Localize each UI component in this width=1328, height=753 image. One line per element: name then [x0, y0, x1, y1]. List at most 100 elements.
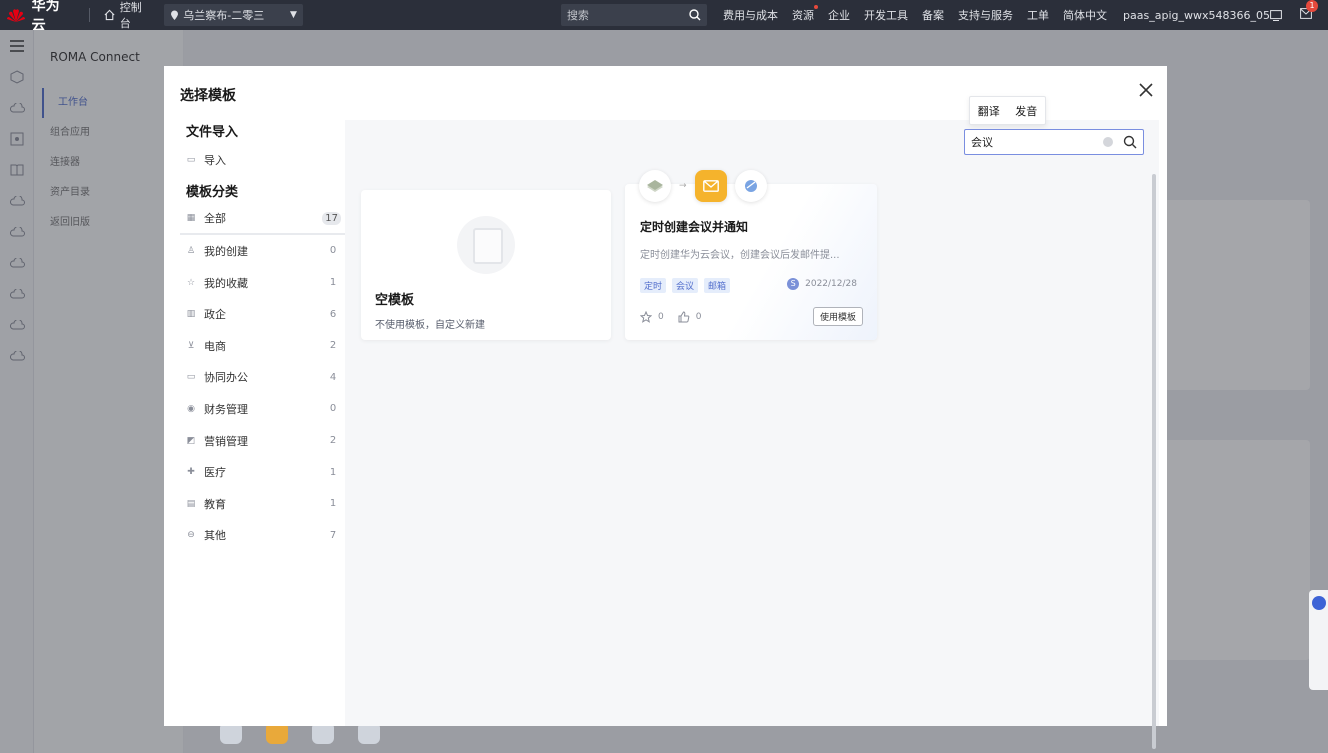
category-count: 17	[322, 211, 341, 225]
category-marketing[interactable]: ◩ 营销管理 2	[180, 425, 345, 457]
template-date: S 2022/12/28	[787, 278, 857, 290]
nav-link-language[interactable]: 简体中文	[1063, 7, 1107, 23]
building-icon: ▥	[186, 309, 196, 320]
marketing-icon: ◩	[186, 435, 196, 446]
template-name: 空模板	[375, 293, 415, 308]
template-card[interactable]: → 定时创建会议并通知 定时创建华为云会议，创建会议后发邮件提... 定时 会议…	[625, 170, 877, 340]
template-search-input[interactable]: 会议	[964, 129, 1144, 155]
notification-dot	[814, 5, 819, 9]
template-tags: 定时 会议 邮箱	[640, 278, 731, 293]
scrollbar[interactable]	[1152, 174, 1156, 749]
nav-link-enterprise[interactable]: 企业	[828, 7, 850, 23]
nav-link-resources[interactable]: 资源	[792, 5, 819, 23]
select-template-dialog: 选择模板 文件导入 ▭ 导入 模板分类 ▦ 全部 17 ♙ 我的创建 0 ☆ 我…	[164, 66, 1167, 749]
region-value: 乌兰察布-二零三	[183, 9, 265, 22]
connector-node-icon	[639, 170, 671, 202]
category-label: 政企	[204, 308, 226, 322]
search-icon[interactable]	[1123, 135, 1137, 149]
category-count: 7	[329, 529, 337, 541]
category-count: 4	[329, 371, 337, 383]
console-label: 控制台	[119, 1, 142, 30]
assistant-icon[interactable]	[1312, 596, 1326, 610]
star-icon: ☆	[186, 277, 196, 288]
search-placeholder: 搜索	[566, 9, 589, 22]
category-heading: 模板分类	[186, 184, 239, 200]
template-category-panel: 文件导入 ▭ 导入 模板分类 ▦ 全部 17 ♙ 我的创建 0 ☆ 我的收藏 1…	[180, 120, 345, 551]
dialog-title: 选择模板	[180, 88, 236, 104]
message-icon[interactable]: 1	[1300, 0, 1318, 22]
category-label: 电商	[204, 339, 226, 353]
caret-down-icon: ▼	[290, 10, 297, 20]
category-education[interactable]: ▤ 教育 1	[180, 488, 345, 520]
template-tag: 邮箱	[704, 278, 731, 293]
nav-link-icp[interactable]: 备案	[922, 7, 944, 23]
nav-link-tickets[interactable]: 工单	[1027, 7, 1049, 23]
favorite-count: 0	[658, 312, 664, 322]
education-icon: ▤	[186, 498, 196, 509]
category-all[interactable]: ▦ 全部 17	[180, 204, 345, 236]
import-button[interactable]: ▭ 导入	[180, 144, 345, 176]
category-ecommerce[interactable]: ⊻ 电商 2	[180, 330, 345, 362]
template-stats: 0 0	[640, 311, 701, 323]
other-icon: ⊖	[187, 530, 195, 541]
home-icon	[104, 9, 115, 21]
divider	[88, 8, 90, 22]
pronounce-button[interactable]: 发音	[1015, 103, 1037, 119]
template-name: 定时创建会议并通知	[640, 220, 749, 234]
nav-link-devtools[interactable]: 开发工具	[864, 7, 908, 23]
category-label: 教育	[204, 497, 226, 511]
category-label: 协同办公	[204, 371, 248, 385]
category-count: 0	[329, 403, 337, 415]
folder-icon: ▭	[186, 372, 196, 383]
template-description: 不使用模板，自定义新建	[375, 320, 485, 331]
huawei-logo-icon[interactable]	[0, 0, 32, 30]
star-icon[interactable]	[640, 311, 652, 323]
nav-link-support[interactable]: 支持与服务	[958, 7, 1013, 23]
category-my-created[interactable]: ♙ 我的创建 0	[180, 235, 345, 267]
category-other[interactable]: ⊖ 其他 7	[180, 520, 345, 552]
thumbs-up-icon[interactable]	[678, 311, 690, 323]
category-label: 我的创建	[204, 244, 248, 258]
category-label: 营销管理	[204, 434, 248, 448]
category-finance[interactable]: ◉ 财务管理 0	[180, 393, 345, 425]
category-my-favorites[interactable]: ☆ 我的收藏 1	[180, 267, 345, 299]
category-count: 1	[329, 498, 337, 510]
nav-link-cost[interactable]: 费用与成本	[723, 7, 778, 23]
close-icon[interactable]	[1137, 81, 1155, 99]
cart-icon: ⊻	[187, 340, 195, 351]
finance-icon: ◉	[187, 403, 195, 414]
category-medical[interactable]: ✚ 医疗 1	[180, 456, 345, 488]
blank-document-icon	[457, 216, 515, 274]
category-label: 财务管理	[204, 402, 248, 416]
publisher-icon: S	[787, 278, 800, 290]
nav-link-resources-label: 资源	[792, 9, 815, 22]
category-government[interactable]: ▥ 政企 6	[180, 298, 345, 330]
empty-template-card[interactable]: 空模板 不使用模板，自定义新建	[361, 190, 611, 340]
clear-icon[interactable]	[1103, 137, 1113, 147]
global-search-input[interactable]: 搜索	[560, 4, 708, 26]
category-count: 2	[329, 340, 337, 352]
template-flow-icons: →	[639, 170, 767, 202]
file-import-heading: 文件导入	[186, 125, 239, 140]
category-collaboration[interactable]: ▭ 协同办公 4	[180, 362, 345, 394]
notification-badge: 1	[1306, 0, 1318, 12]
category-count: 1	[329, 277, 337, 289]
template-description: 定时创建华为云会议，创建会议后发邮件提...	[640, 250, 840, 261]
translate-popup: 翻译 发音	[969, 96, 1046, 125]
category-count: 0	[329, 245, 337, 257]
screen-icon[interactable]	[1270, 9, 1282, 21]
search-icon[interactable]	[689, 9, 701, 21]
top-nav-links: 费用与成本 资源 企业 开发工具 备案 支持与服务 工单 简体中文	[723, 5, 1107, 23]
translate-button[interactable]: 翻译	[978, 103, 1000, 119]
grid-icon: ▦	[186, 213, 196, 224]
category-label: 全部	[204, 212, 226, 226]
user-account[interactable]: paas_apig_wwx548366_05	[1123, 9, 1270, 22]
like-count: 0	[695, 312, 702, 322]
top-nav-bar: 华为云 控制台 乌兰察布-二零三 ▼ 搜索 费用与成本 资源 企业 开发工具 备…	[0, 0, 1328, 34]
use-template-button[interactable]: 使用模板	[812, 307, 863, 326]
console-link[interactable]: 控制台	[104, 0, 151, 31]
region-select[interactable]: 乌兰察布-二零三 ▼	[164, 4, 303, 26]
category-label: 医疗	[204, 466, 226, 480]
category-count: 6	[329, 308, 337, 320]
search-value: 会议	[971, 136, 993, 149]
